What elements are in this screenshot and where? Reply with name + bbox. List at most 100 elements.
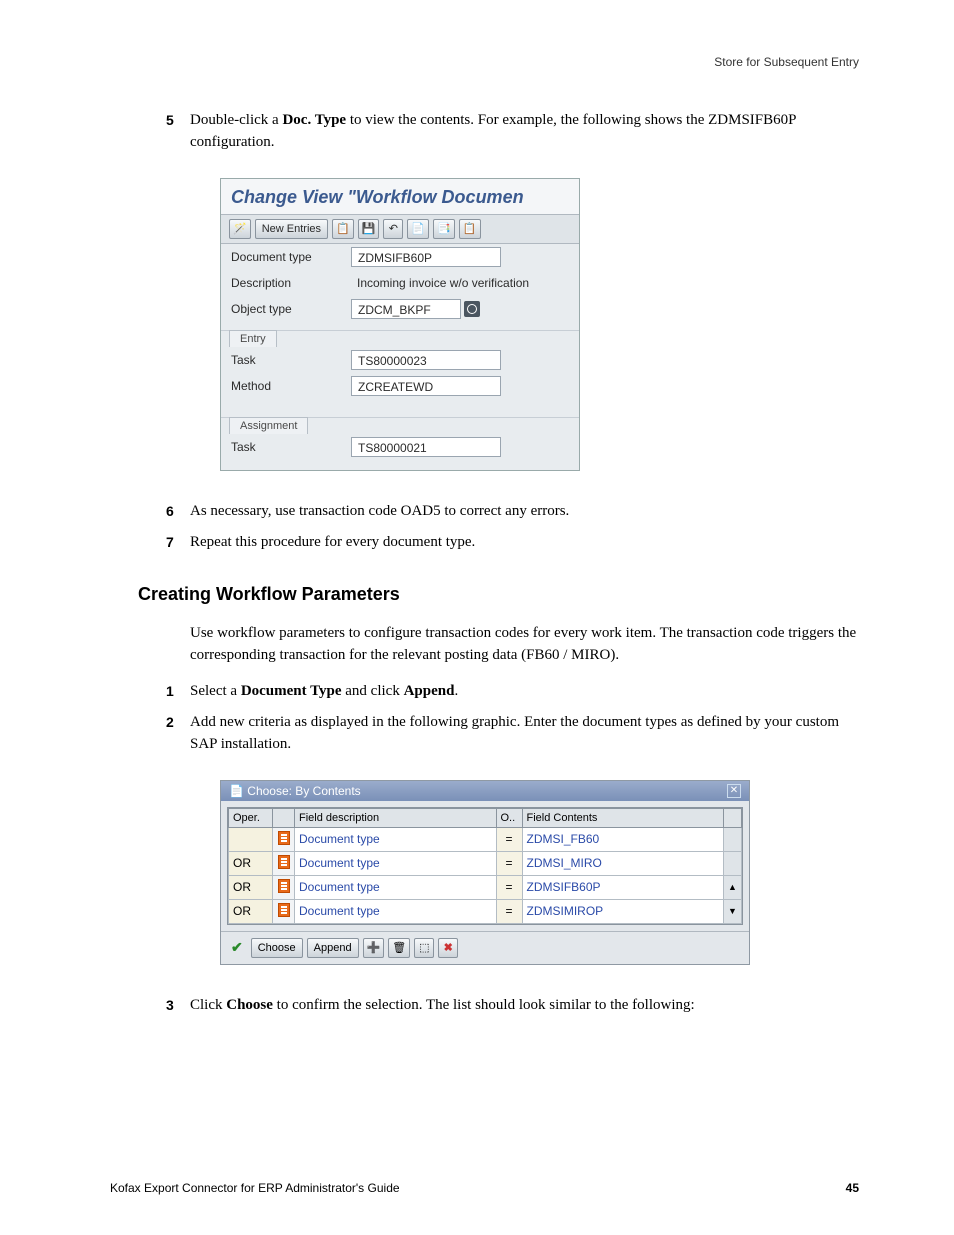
cancel-icon[interactable]: ✖ (438, 938, 458, 958)
table-row[interactable]: OR Document type=ZDMSIFB60P▲ (229, 875, 742, 899)
new-entries-button[interactable]: New Entries (255, 219, 328, 239)
save-icon[interactable]: 💾 (358, 219, 380, 239)
field-contents-cell[interactable]: ZDMSIFB60P (522, 875, 724, 899)
entry-group: Entry Task TS80000023 Method ZCREATEWD (221, 330, 579, 409)
footer-left: Kofax Export Connector for ERP Administr… (110, 1181, 400, 1195)
oper-cell[interactable]: OR (229, 851, 273, 875)
scroll-cell[interactable]: ▼ (724, 899, 742, 923)
step-7: 7 Repeat this procedure for every docume… (190, 532, 859, 554)
description-label: Description (231, 276, 351, 290)
step-number: 1 (166, 681, 174, 701)
wand-icon[interactable]: 🪄 (229, 219, 251, 239)
copy-icon[interactable]: 📋 (332, 219, 354, 239)
delete-row-icon[interactable]: 🗑 (388, 938, 410, 958)
operator-cell[interactable]: = (496, 827, 522, 851)
scroll-header (724, 808, 742, 827)
entry-task-value[interactable]: TS80000023 (351, 350, 501, 370)
assignment-group: Assignment Task TS80000021 (221, 417, 579, 470)
entry-tab: Entry (229, 330, 277, 347)
dialog-title-text: 📄 Choose: By Contents (229, 784, 361, 798)
operator-cell[interactable]: = (496, 851, 522, 875)
close-icon[interactable]: ✕ (727, 784, 741, 798)
choose-button[interactable]: Choose (251, 938, 303, 958)
oper-cell[interactable]: OR (229, 899, 273, 923)
operator-cell[interactable]: = (496, 875, 522, 899)
entry-task-label: Task (231, 353, 351, 367)
entry-method-label: Method (231, 379, 351, 393)
col-o: O.. (496, 808, 522, 827)
step-number: 7 (166, 532, 174, 552)
f4-help-icon[interactable] (464, 301, 480, 317)
doc-type-label: Document type (231, 250, 351, 264)
object-type-label: Object type (231, 302, 351, 316)
section-heading: Creating Workflow Parameters (138, 584, 859, 605)
sap-change-view-screenshot: Change View "Workflow Documen 🪄 New Entr… (220, 178, 580, 471)
criteria-grid: Oper. Field description O.. Field Conten… (227, 807, 743, 925)
field-desc-cell[interactable]: Document type (295, 851, 497, 875)
entry-method-value[interactable]: ZCREATEWD (351, 376, 501, 396)
scroll-cell[interactable]: ▲ (724, 875, 742, 899)
step-text: Click Choose to confirm the selection. T… (190, 997, 695, 1013)
table-row[interactable]: OR Document type=ZDMSI_MIRO (229, 851, 742, 875)
header-breadcrumb: Store for Subsequent Entry (714, 55, 859, 69)
step-6: 6 As necessary, use transaction code OAD… (190, 501, 859, 523)
sap-toolbar: 🪄 New Entries 📋 💾 ↶ 📄 📑 📋 (221, 215, 579, 244)
description-row: Description Incoming invoice w/o verific… (221, 270, 579, 296)
sap-choose-dialog: 📄 Choose: By Contents ✕ Oper. Field desc… (220, 780, 750, 965)
doc-type-row: Document type ZDMSIFB60P (221, 244, 579, 270)
field-contents-cell[interactable]: ZDMSI_MIRO (522, 851, 724, 875)
row-doc-icon (273, 899, 295, 923)
field-contents-cell[interactable]: ZDMSI_FB60 (522, 827, 724, 851)
scroll-cell (724, 851, 742, 875)
structure-icon[interactable]: ⬚ (414, 938, 434, 958)
row-doc-icon (273, 851, 295, 875)
step-b1: 1 Select a Document Type and click Appen… (190, 681, 859, 703)
col-fdesc: Field description (295, 808, 497, 827)
doc-type-value[interactable]: ZDMSIFB60P (351, 247, 501, 267)
scroll-cell (724, 827, 742, 851)
page-icon[interactable]: 📄 (407, 219, 429, 239)
table-row[interactable]: OR Document type=ZDMSIMIROP▼ (229, 899, 742, 923)
step-text: Repeat this procedure for every document… (190, 534, 475, 550)
step-number: 3 (166, 995, 174, 1015)
step-text: Double-click a Doc. Type to view the con… (190, 112, 796, 150)
confirm-icon[interactable]: ✔ (227, 939, 247, 956)
step-b2: 2 Add new criteria as displayed in the f… (190, 712, 859, 756)
dialog-titlebar: 📄 Choose: By Contents ✕ (221, 781, 749, 801)
section-intro: Use workflow parameters to configure tra… (190, 623, 859, 667)
table-row[interactable]: Document type=ZDMSI_FB60 (229, 827, 742, 851)
object-type-value[interactable]: ZDCM_BKPF (351, 299, 461, 319)
sap-window-title: Change View "Workflow Documen (221, 179, 579, 215)
dialog-footer: ✔ Choose Append ➕ 🗑 ⬚ ✖ (221, 931, 749, 964)
page2-icon[interactable]: 📑 (433, 219, 455, 239)
col-fcont: Field Contents (522, 808, 724, 827)
row-doc-icon (273, 827, 295, 851)
step-number: 5 (166, 110, 174, 130)
page-number: 45 (846, 1181, 859, 1195)
page-footer: Kofax Export Connector for ERP Administr… (110, 1181, 859, 1195)
assignment-task-value[interactable]: TS80000021 (351, 437, 501, 457)
insert-row-icon[interactable]: ➕ (363, 938, 385, 958)
col-icon (273, 808, 295, 827)
step-number: 2 (166, 712, 174, 732)
step-number: 6 (166, 501, 174, 521)
field-desc-cell[interactable]: Document type (295, 899, 497, 923)
step-text: Add new criteria as displayed in the fol… (190, 714, 839, 752)
field-contents-cell[interactable]: ZDMSIMIROP (522, 899, 724, 923)
col-oper: Oper. (229, 808, 273, 827)
row-doc-icon (273, 875, 295, 899)
assignment-tab: Assignment (229, 417, 308, 434)
step-5: 5 Double-click a Doc. Type to view the c… (190, 110, 859, 154)
append-button[interactable]: Append (307, 938, 359, 958)
oper-cell[interactable] (229, 827, 273, 851)
step-text: Select a Document Type and click Append. (190, 683, 458, 699)
list-icon[interactable]: 📋 (459, 219, 481, 239)
undo-icon[interactable]: ↶ (383, 219, 403, 239)
field-desc-cell[interactable]: Document type (295, 875, 497, 899)
oper-cell[interactable]: OR (229, 875, 273, 899)
field-desc-cell[interactable]: Document type (295, 827, 497, 851)
step-text: As necessary, use transaction code OAD5 … (190, 503, 569, 519)
step-b3: 3 Click Choose to confirm the selection.… (190, 995, 859, 1017)
operator-cell[interactable]: = (496, 899, 522, 923)
assignment-task-label: Task (231, 440, 351, 454)
